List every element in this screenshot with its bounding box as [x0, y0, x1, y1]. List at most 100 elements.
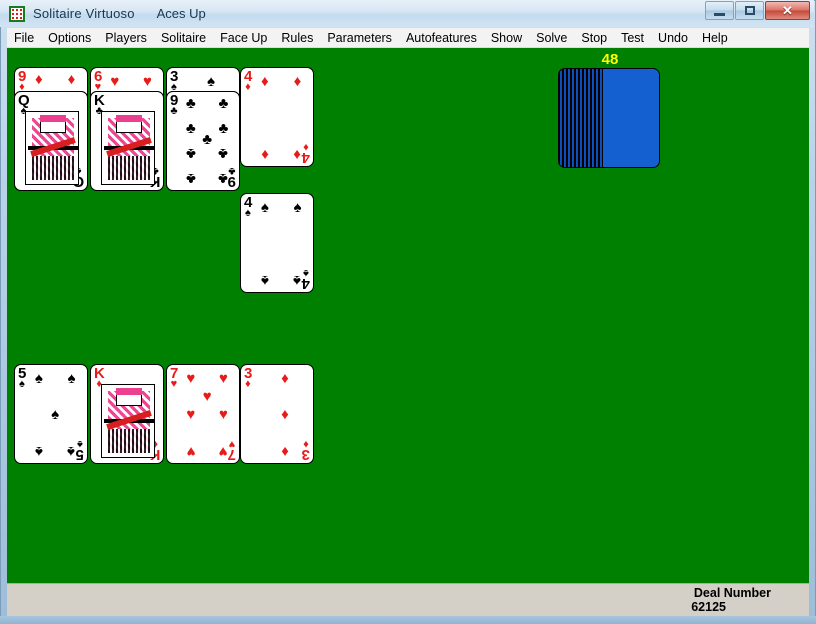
card-pip: ♠ — [260, 198, 269, 216]
card-pip: ♦ — [261, 145, 269, 163]
menu-item-solitaire[interactable]: Solitaire — [154, 29, 213, 47]
card-4-of-diamonds[interactable]: 4 ♦ 4 ♦ ♦ ♦ ♦ ♦ — [240, 67, 314, 167]
card-pip: ♥ — [186, 406, 196, 424]
minimize-button[interactable] — [705, 1, 734, 20]
face-card-art — [101, 384, 155, 458]
card-queen-of-spades[interactable]: Q♠Q♠ — [14, 91, 88, 191]
card-corner: 5 ♠ — [18, 366, 26, 390]
menu-item-help[interactable]: Help — [695, 29, 735, 47]
title-bar: Solitaire Virtuoso Aces Up ✕ — [0, 0, 814, 27]
card-corner: 4 ♠ — [244, 195, 252, 219]
card-corner: 4 ♦ — [244, 69, 252, 93]
card-corner: 7 ♥ — [170, 366, 178, 390]
card-pip: ♥ — [143, 72, 152, 90]
status-bar: Deal Number 62125 — [7, 583, 809, 616]
application-window: Solitaire Virtuoso Aces Up ✕ File Option… — [0, 0, 816, 624]
menu-bar: File Options Players Solitaire Face Up R… — [7, 28, 809, 48]
menu-item-solve[interactable]: Solve — [529, 29, 574, 47]
menu-item-parameters[interactable]: Parameters — [320, 29, 399, 47]
card-5-of-spades[interactable]: 5 ♠ 5 ♠ ♠ ♠ ♠ ♠ ♠ — [14, 364, 88, 464]
card-pips: ♣ ♣ ♣ ♣ ♣ ♣ ♣ ♣ ♣ — [180, 94, 228, 190]
close-button[interactable]: ✕ — [765, 1, 810, 20]
minimize-icon — [714, 12, 725, 16]
card-pip: ♥ — [186, 369, 196, 387]
card-pips: ♠ ♠ ♠ ♠ — [254, 196, 302, 292]
card-9-of-clubs[interactable]: 9♣9♣♣♣♣♣♣♣♣♣♣ — [166, 91, 240, 191]
card-pip: ♦ — [293, 145, 302, 163]
card-suit-icon: ♣ — [170, 105, 178, 117]
card-pip: ♦ — [67, 70, 76, 88]
face-card-art — [101, 111, 155, 185]
menu-item-autofeatures[interactable]: Autofeatures — [399, 29, 484, 47]
card-suit-icon: ♠ — [19, 378, 25, 390]
deal-number-value: 62125 — [691, 600, 726, 614]
menu-item-options[interactable]: Options — [41, 29, 98, 47]
card-pips: ♥ ♥ ♥ ♥ ♥ ♥ ♥ — [180, 367, 228, 463]
card-suit-icon: ♦ — [245, 378, 251, 390]
card-pip: ♥ — [219, 442, 228, 460]
card-pip: ♣ — [218, 169, 229, 187]
card-pip: ♠ — [67, 369, 76, 387]
card-pip: ♠ — [34, 442, 43, 460]
card-pip: ♥ — [202, 388, 212, 406]
face-card-art — [25, 111, 79, 185]
card-corner: 9♦ — [18, 69, 26, 93]
card-pip: ♠ — [207, 72, 215, 90]
close-icon: ✕ — [782, 3, 793, 18]
menu-item-stop[interactable]: Stop — [574, 29, 614, 47]
cards-icon — [9, 5, 25, 22]
card-4-of-spades[interactable]: 4 ♠ 4 ♠ ♠ ♠ ♠ ♠ — [240, 193, 314, 293]
card-pip: ♥ — [110, 72, 120, 90]
card-corner: 6♥ — [94, 69, 102, 93]
menu-item-show[interactable]: Show — [484, 29, 529, 47]
card-pip: ♣ — [218, 144, 229, 162]
menu-item-players[interactable]: Players — [98, 29, 154, 47]
menu-item-undo[interactable]: Undo — [651, 29, 695, 47]
card-suit-icon: ♠ — [245, 207, 251, 219]
card-3-of-diamonds[interactable]: 3 ♦ 3 ♦ ♦ ♦ ♦ — [240, 364, 314, 464]
card-pip: ♣ — [185, 94, 196, 112]
card-pip: ♥ — [219, 369, 228, 387]
card-king-of-clubs[interactable]: K♣K♣ — [90, 91, 164, 191]
deck-stack-edges — [558, 68, 604, 168]
menu-item-test[interactable]: Test — [614, 29, 651, 47]
card-pips: ♦ ♦ ♦ ♦ — [254, 70, 302, 166]
card-pip: ♠ — [260, 271, 269, 289]
card-pip: ♥ — [219, 406, 228, 424]
window-subtitle: Aces Up — [156, 6, 206, 21]
deal-number-label: Deal Number — [693, 586, 771, 600]
card-pip: ♣ — [185, 169, 196, 187]
card-suit-icon: ♦ — [245, 81, 251, 93]
card-pip: ♥ — [186, 442, 196, 460]
window-controls: ✕ — [705, 1, 810, 20]
card-pip: ♦ — [261, 72, 269, 90]
card-pip: ♣ — [218, 119, 229, 137]
card-pip: ♦ — [35, 70, 43, 88]
card-table[interactable]: 48 9♦9♦♦♦♦♦♦♦♦♦♦Q♠Q♠5♠5♠♠♠♠♠♠6♥6♥♥♥♥♥♥♥K… — [7, 48, 809, 583]
card-pip: ♠ — [51, 406, 60, 424]
card-corner: 3 ♦ — [302, 438, 310, 463]
card-pips: ♠ ♠ ♠ ♠ ♠ — [28, 367, 76, 463]
card-pip: ♦ — [281, 406, 289, 424]
menu-item-file[interactable]: File — [7, 29, 41, 47]
card-corner: 3 ♦ — [244, 366, 252, 390]
card-pip: ♣ — [185, 144, 196, 162]
maximize-icon — [744, 6, 755, 15]
deck-count: 48 — [601, 51, 619, 68]
card-corner: 9♣ — [170, 93, 178, 117]
menu-item-face-up[interactable]: Face Up — [213, 29, 274, 47]
deck-pile[interactable]: 48 — [558, 51, 662, 170]
card-pip: ♦ — [281, 442, 289, 460]
card-corner: 3♠ — [170, 69, 178, 93]
card-pip: ♠ — [293, 198, 302, 216]
menu-item-rules[interactable]: Rules — [274, 29, 320, 47]
card-pip: ♠ — [67, 442, 76, 460]
card-king-of-diamonds[interactable]: K♦K♦ — [90, 364, 164, 464]
card-pip: ♣ — [218, 94, 229, 112]
card-7-of-hearts[interactable]: 7 ♥ 7 ♥ ♥ ♥ ♥ ♥ ♥ ♥ ♥ — [166, 364, 240, 464]
card-pip: ♣ — [202, 131, 213, 149]
maximize-button[interactable] — [735, 1, 764, 20]
card-pip: ♠ — [34, 369, 43, 387]
card-pip: ♦ — [281, 369, 289, 387]
deck-card-back[interactable] — [602, 68, 660, 168]
